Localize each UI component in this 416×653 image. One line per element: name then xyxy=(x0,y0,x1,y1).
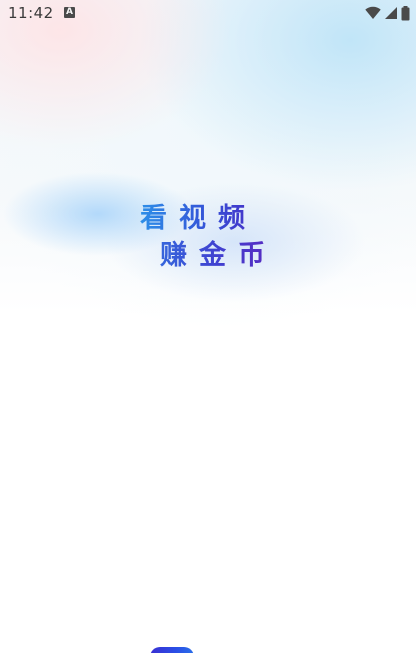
slogan: 看视频 赚金币 xyxy=(0,0,416,653)
slogan-line-watch-video: 看视频 xyxy=(140,196,257,235)
slogan-line-earn-coins: 赚金币 xyxy=(160,233,277,272)
app-logo-icon xyxy=(150,647,194,653)
splash-screen: 11:42 A 看视频 赚金币 xyxy=(0,0,416,653)
